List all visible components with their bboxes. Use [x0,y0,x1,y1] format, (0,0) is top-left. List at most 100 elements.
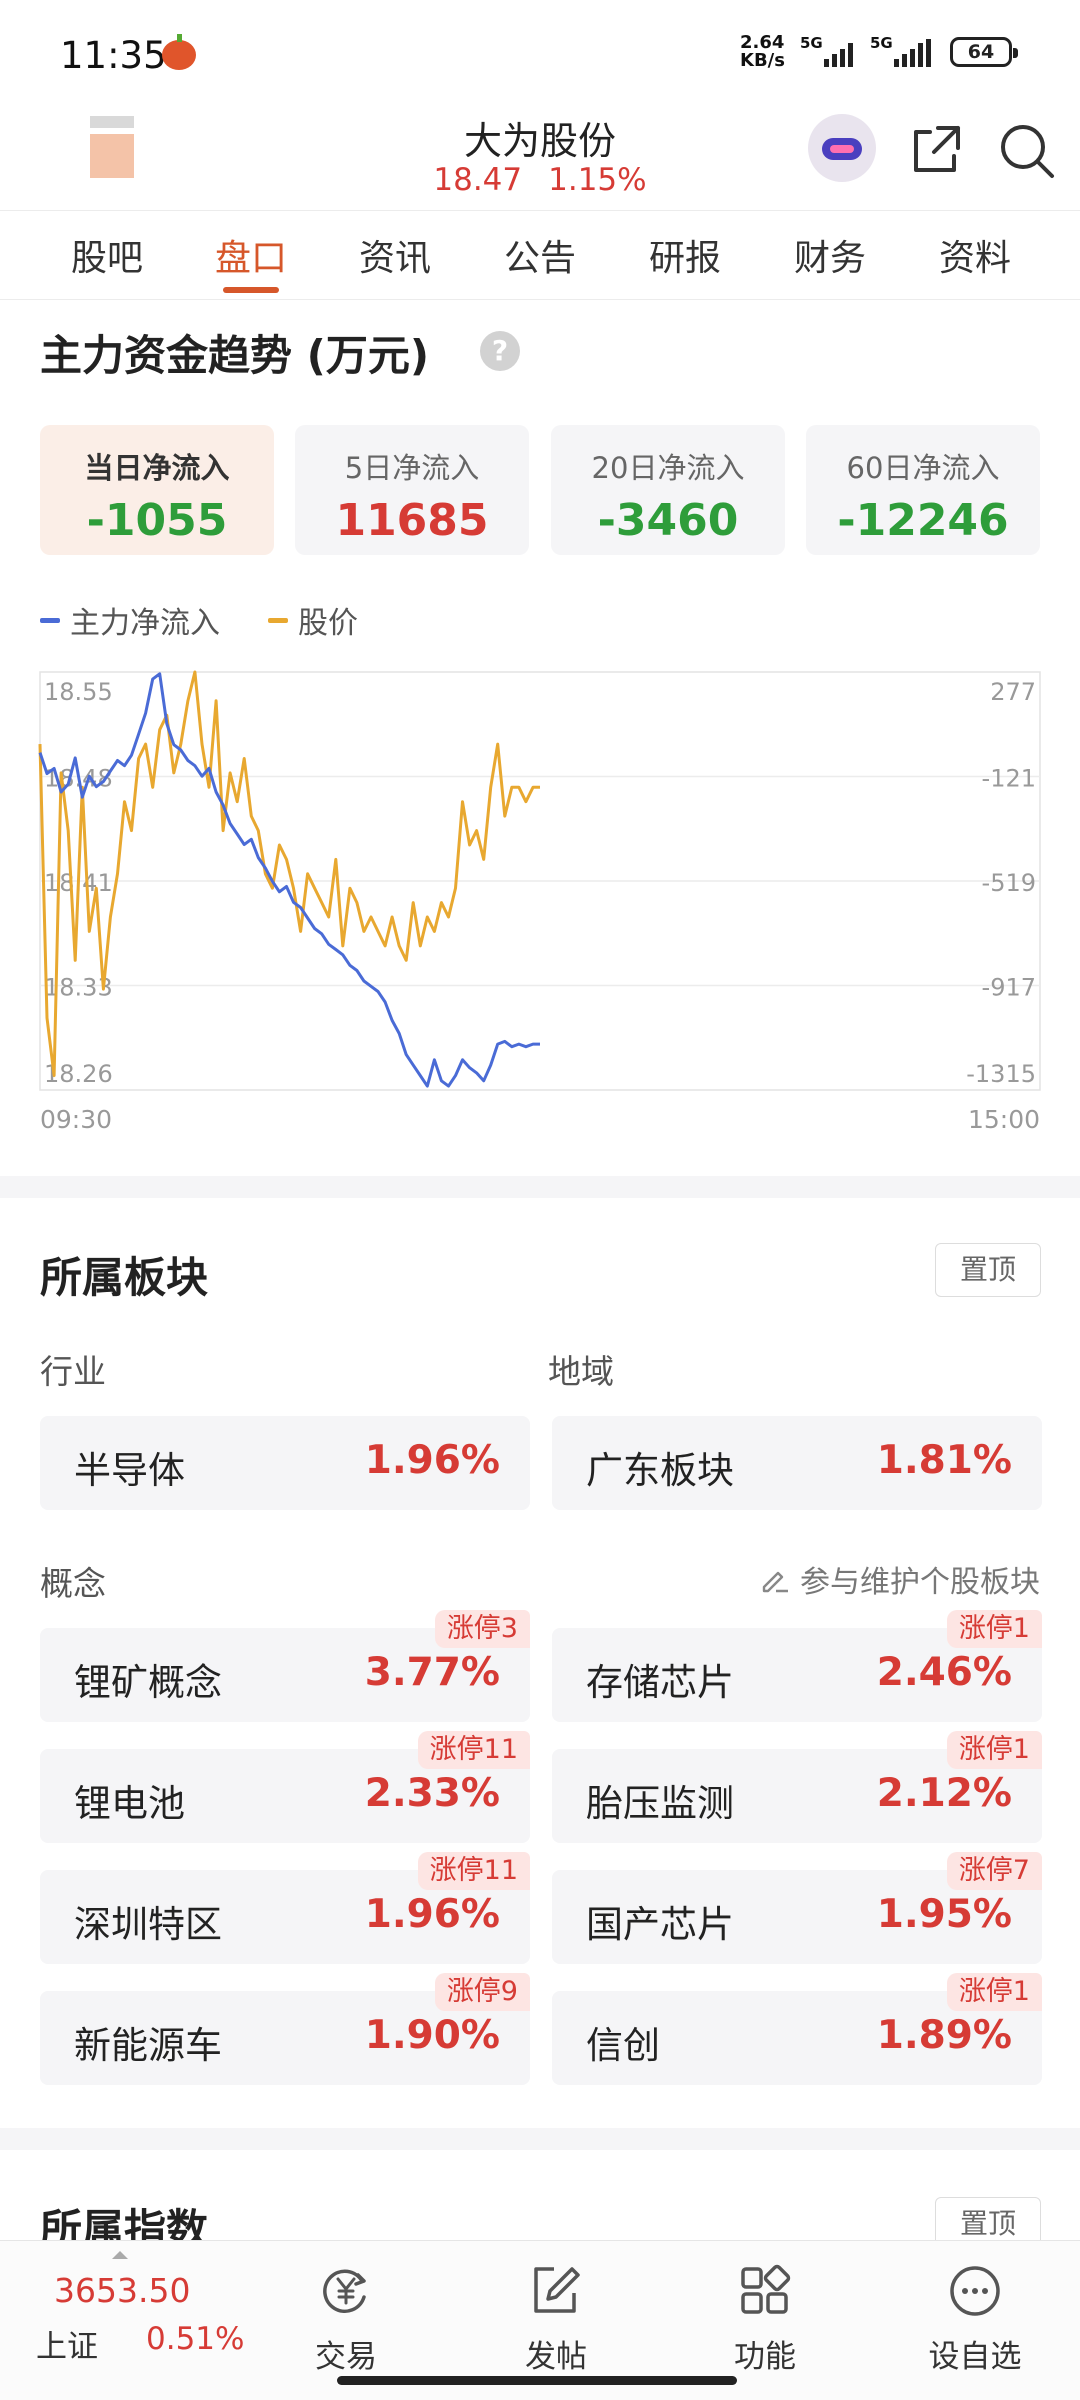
limit-up-badge: 涨停7 [946,1852,1042,1890]
concept-card[interactable]: 涨停1 信创 1.89% [552,1973,1042,2085]
nav-trade-label: 交易 [315,2339,377,2375]
concept-pct: 1.95% [876,1892,1012,1937]
concept-card[interactable]: 涨停1 胎压监测 2.12% [552,1731,1042,1843]
pin-top-button[interactable]: 置顶 [935,1243,1041,1297]
flow-card-value: -12246 [837,495,1009,546]
limit-up-badge: 涨停1 [946,1731,1042,1769]
share-icon[interactable] [908,122,964,178]
signal-icon-2: 5G [870,34,936,67]
nav-add-watchlist[interactable]: 设自选 [915,2263,1035,2376]
right-axis-tick: -917 [982,974,1036,1002]
stock-header: 大为股份 18.47 1.15% [0,110,1080,210]
network-speed-unit: KB/s [740,50,785,71]
nav-post[interactable]: 发帖 [496,2263,616,2376]
price-series-line [38,670,540,1078]
flow-card-5day[interactable]: 5日净流入 11685 [295,425,529,555]
concept-card[interactable]: 涨停11 锂电池 2.33% [40,1731,530,1843]
tab-profile[interactable]: 资料 [920,229,1030,281]
concept-pct: 1.89% [876,2013,1012,2058]
concept-name: 新能源车 [74,2024,222,2067]
capital-flow-chart[interactable]: 18.5518.4818.4118.3318.26277-121-519-917… [0,660,1080,1140]
sector-card-industry[interactable]: 半导体 1.96% [40,1416,530,1510]
signal-label-2: 5G [870,34,893,52]
limit-up-badge: 涨停1 [946,1610,1042,1648]
flow-card-60day[interactable]: 60日净流入 -12246 [806,425,1040,555]
help-icon[interactable]: ? [480,331,520,371]
right-axis-tick: -121 [982,765,1036,793]
tab-finance[interactable]: 财务 [775,229,885,281]
limit-up-badge: 涨停11 [417,1731,530,1769]
concept-name: 深圳特区 [74,1903,222,1946]
concept-label: 概念 [40,1564,106,1603]
sector-pct: 1.96% [364,1438,500,1483]
stock-change-pct: 1.15% [548,162,647,198]
index-name[interactable]: 上证 [36,2321,98,2366]
section-divider [0,2128,1080,2150]
back-button-shadow [90,116,134,128]
left-axis-tick: 18.55 [44,678,113,706]
section-divider [0,1176,1080,1198]
tab-pankou[interactable]: 盘口 [196,229,306,281]
search-icon[interactable] [998,122,1056,180]
maintain-link-label: 参与维护个股板块 [800,1565,1040,1600]
right-axis-tick: -1315 [966,1060,1036,1088]
flow-card-label: 60日净流入 [846,451,1000,485]
concept-card[interactable]: 涨停11 深圳特区 1.96% [40,1852,530,1964]
active-tab-indicator [223,287,279,293]
x-end-label: 15:00 [968,1105,1040,1134]
battery-icon: 64 [950,37,1018,67]
legend-price-label: 股价 [298,606,358,641]
flow-card-value: -3460 [597,495,739,546]
stock-price: 18.47 [433,162,523,198]
maintain-sectors-link[interactable]: 参与维护个股板块 [758,1557,1040,1601]
expand-caret-icon[interactable] [112,2251,128,2259]
flow-card-20day[interactable]: 20日净流入 -3460 [551,425,785,555]
chart-legend: 主力净流入 股价 [40,598,358,642]
concept-card[interactable]: 涨停9 新能源车 1.90% [40,1973,530,2085]
concept-card[interactable]: 涨停1 存储芯片 2.46% [552,1610,1042,1722]
nav-functions-label: 功能 [734,2339,796,2375]
assistant-robot-icon[interactable] [808,114,876,182]
flow-card-label: 当日净流入 [84,451,230,485]
tab-news[interactable]: 资讯 [340,229,450,281]
tab-research[interactable]: 研报 [630,229,740,281]
limit-up-badge: 涨停11 [417,1852,530,1890]
limit-up-badge: 涨停1 [946,1973,1042,2011]
trade-yen-icon [323,2269,366,2314]
concept-pct: 2.12% [876,1771,1012,1816]
concept-name: 信创 [586,2024,660,2067]
status-indicators: 2.64 KB/s 5G 5G 64 [740,34,1018,71]
sector-card-region[interactable]: 广东板块 1.81% [552,1416,1042,1510]
concept-card[interactable]: 涨停3 锂矿概念 3.77% [40,1610,530,1722]
concept-name: 存储芯片 [586,1661,734,1704]
limit-up-badge: 涨停9 [434,1973,530,2011]
notification-app-icon [162,34,196,70]
post-edit-icon [534,2267,580,2313]
concept-pct: 2.46% [876,1650,1012,1695]
nav-functions[interactable]: 功能 [705,2263,825,2376]
legend-price: 股价 [268,598,358,642]
sectors-title: 所属板块 [40,1253,209,1302]
legend-price-swatch [268,617,288,623]
legend-flow-swatch [40,617,60,623]
signal-icon: 5G [800,34,858,67]
legend-flow-label: 主力净流入 [70,606,220,641]
flow-card-today[interactable]: 当日净流入 -1055 [40,425,274,555]
capital-trend-title: 主力资金趋势 (万元) [40,331,430,380]
tab-bar: 股吧 盘口 资讯 公告 研报 财务 资料 [0,210,1080,300]
concept-card[interactable]: 涨停7 国产芯片 1.95% [552,1852,1042,1964]
index-value[interactable]: 3653.50 [54,2271,190,2310]
index-pct[interactable]: 0.51% [146,2321,244,2357]
concept-name: 锂矿概念 [74,1661,222,1704]
tab-guba[interactable]: 股吧 [52,229,162,281]
sector-name: 半导体 [74,1449,185,1492]
nav-trade[interactable]: 交易 [286,2263,406,2376]
nav-add-watchlist-label: 设自选 [928,2339,1022,2375]
concept-name: 锂电池 [74,1782,185,1825]
tab-announcements[interactable]: 公告 [485,229,595,281]
home-indicator [337,2376,737,2385]
flow-card-value: -1055 [86,495,228,546]
flow-card-label: 20日净流入 [591,451,745,485]
edit-pencil-icon [762,1571,788,1593]
region-label: 地域 [548,1352,614,1391]
